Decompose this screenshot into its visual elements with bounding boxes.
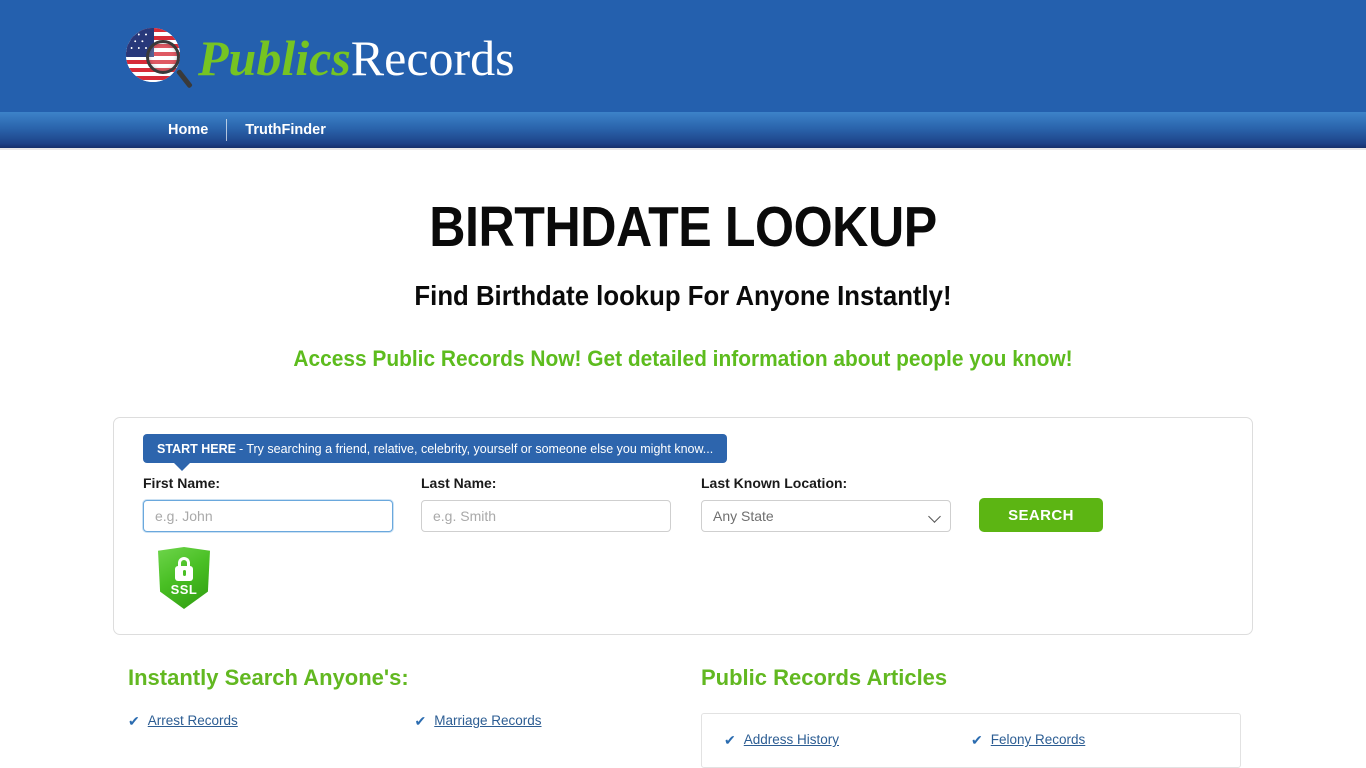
logo-text-primary: Publics (198, 30, 351, 86)
articles-links: ✔ Address History ✔ Felony Records (724, 732, 1218, 747)
logo-text: PublicsRecords (198, 33, 515, 83)
page-title: BIRTHDATE LOOKUP (429, 195, 937, 259)
location-field-group: Last Known Location: Any State (701, 475, 951, 532)
search-button[interactable]: SEARCH (979, 498, 1103, 532)
first-name-label: First Name: (143, 475, 221, 491)
public-records-articles-section: Public Records Articles ✔ Address Histor… (701, 665, 1246, 768)
ssl-badge: SSL (158, 547, 210, 609)
last-name-label: Last Name: (421, 475, 497, 491)
link-address-history[interactable]: Address History (744, 732, 839, 747)
articles-box: ✔ Address History ✔ Felony Records (701, 713, 1241, 768)
ssl-badge-label: SSL (170, 582, 198, 597)
instantly-search-section: Instantly Search Anyone's: ✔ Arrest Reco… (128, 665, 701, 768)
state-select[interactable]: Any State (701, 500, 951, 532)
link-marriage-records[interactable]: Marriage Records (434, 713, 541, 728)
check-icon: ✔ (414, 712, 427, 729)
hero-section: BIRTHDATE LOOKUP Find Birthdate lookup F… (0, 150, 1366, 372)
check-icon: ✔ (724, 731, 736, 748)
list-item[interactable]: ✔ Address History (724, 732, 971, 747)
nav-item-truthfinder[interactable]: TruthFinder (227, 123, 344, 138)
search-fields: First Name: Last Name: Last Known Locati… (143, 475, 1228, 532)
site-header: PublicsRecords (0, 0, 1366, 112)
start-here-description: - Try searching a friend, relative, cele… (238, 441, 714, 456)
instantly-search-title: Instantly Search Anyone's: (128, 665, 409, 690)
magnifier-lens-icon (146, 40, 180, 74)
hero-tagline: Access Public Records Now! Get detailed … (293, 346, 1073, 371)
page-subtitle: Find Birthdate lookup For Anyone Instant… (414, 280, 952, 311)
last-name-input[interactable] (421, 500, 671, 532)
check-icon: ✔ (971, 731, 983, 748)
list-item[interactable]: ✔ Marriage Records (415, 713, 702, 728)
link-arrest-records[interactable]: Arrest Records (148, 713, 238, 728)
search-panel: START HERE - Try searching a friend, rel… (113, 417, 1253, 635)
lock-icon (175, 566, 193, 581)
first-name-input[interactable] (143, 500, 393, 532)
last-name-field-group: Last Name: (421, 475, 671, 532)
location-label: Last Known Location: (701, 475, 848, 491)
check-icon: ✔ (128, 712, 140, 729)
link-felony-records[interactable]: Felony Records (991, 732, 1086, 747)
start-here-banner: START HERE - Try searching a friend, rel… (143, 434, 728, 471)
chevron-down-icon (928, 510, 941, 523)
flag-magnifier-icon (122, 22, 194, 94)
start-here-label: START HERE (157, 441, 236, 456)
list-item[interactable]: ✔ Felony Records (971, 732, 1218, 747)
site-logo[interactable]: PublicsRecords (122, 22, 515, 94)
state-select-value: Any State (713, 508, 774, 524)
main-navigation: Home TruthFinder (0, 112, 1366, 150)
nav-item-home[interactable]: Home (150, 123, 226, 138)
articles-title: Public Records Articles (701, 665, 948, 690)
first-name-field-group: First Name: (143, 475, 393, 532)
logo-text-secondary: Records (350, 30, 515, 86)
list-item[interactable]: ✔ Arrest Records (128, 713, 415, 728)
bottom-sections: Instantly Search Anyone's: ✔ Arrest Reco… (0, 665, 1366, 768)
instantly-search-links: ✔ Arrest Records ✔ Marriage Records (128, 713, 701, 728)
